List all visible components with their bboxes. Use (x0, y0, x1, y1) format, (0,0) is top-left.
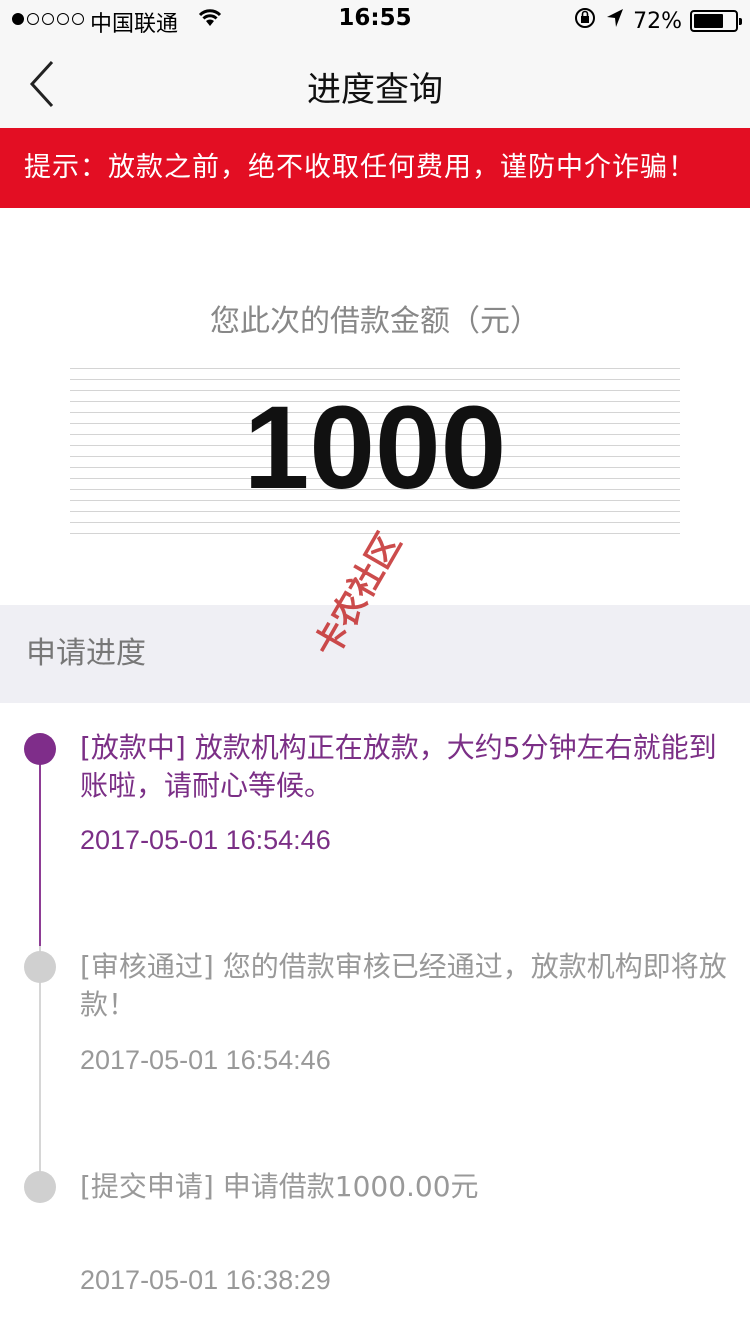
step-timestamp: 2017-05-01 16:54:46 (80, 825, 331, 855)
battery-percent: 72% (633, 8, 682, 34)
status-bar: 中国联通 16:55 72% (0, 0, 750, 40)
page-title: 进度查询 (307, 70, 443, 110)
step-description: [审核通过] 您的借款审核已经通过，放款机构即将放款！ (80, 950, 727, 1021)
timeline-dot (24, 1171, 56, 1203)
fraud-warning-banner: 提示：放款之前，绝不收取任何费用，谨防中介诈骗！ (0, 128, 750, 208)
rotation-lock-icon (573, 6, 597, 36)
loan-amount-value: 1000 (243, 382, 507, 514)
location-icon (605, 7, 625, 35)
progress-section-header: 申请进度 (0, 605, 750, 703)
timeline-dot (24, 951, 56, 983)
navigation-bar: 进度查询 (0, 40, 750, 128)
timeline-connector-active (39, 748, 41, 946)
loan-amount-label: 您此次的借款金额（元） (210, 304, 540, 339)
timeline-dot-active (24, 733, 56, 765)
battery-icon (690, 10, 742, 32)
step-timestamp: 2017-05-01 16:38:29 (80, 1265, 331, 1295)
step-description: [提交申请] 申请借款1000.00元 (80, 1170, 479, 1203)
step-description: [放款中] 放款机构正在放款，大约5分钟左右就能到账啦，请耐心等候。 (80, 731, 717, 802)
step-timestamp: 2017-05-01 16:54:46 (80, 1045, 331, 1075)
